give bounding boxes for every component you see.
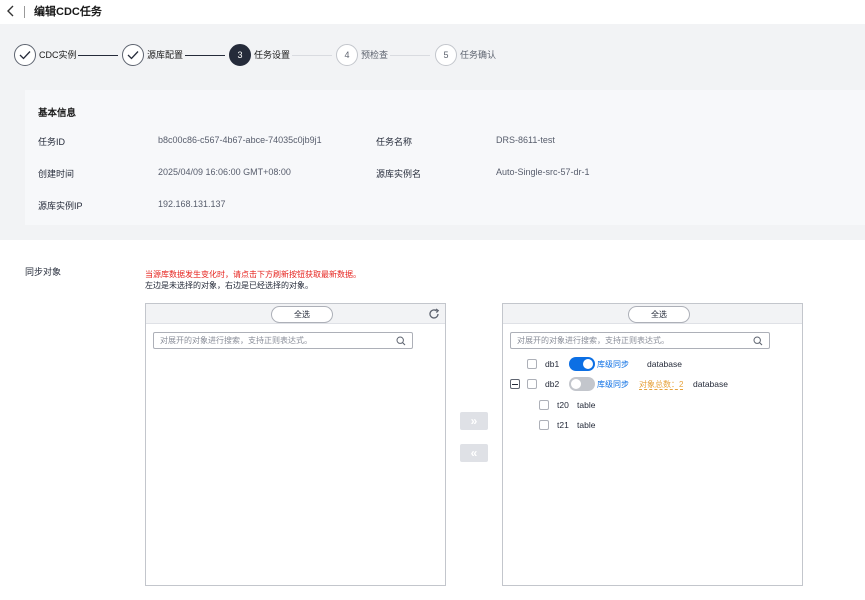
step-4-number: 4 (344, 50, 350, 60)
task-id-label: 任务ID (38, 137, 66, 147)
t21-type: table (577, 420, 596, 430)
db1-type: database (647, 359, 682, 369)
step-5-number: 5 (443, 50, 449, 60)
step-connector-1 (78, 55, 118, 56)
right-search-input[interactable] (517, 334, 737, 347)
page-header (0, 0, 865, 24)
step-3-number: 3 (237, 50, 243, 60)
header-divider (24, 6, 25, 18)
basic-info-card (25, 90, 865, 225)
move-left-button[interactable]: « (460, 444, 488, 462)
t20-name: t20 (557, 400, 569, 410)
db2-toggle-label: 库级同步 (597, 380, 629, 389)
page-title: 编辑CDC任务 (34, 6, 102, 18)
step-connector-4 (390, 55, 430, 56)
step-5-circle: 5 (435, 44, 457, 66)
source-instance-name-value: Auto-Single-src-57-dr-1 (496, 167, 590, 177)
move-right-button[interactable]: » (460, 412, 488, 430)
right-search-box[interactable] (510, 332, 770, 349)
basic-info-title: 基本信息 (38, 108, 77, 119)
search-icon (396, 336, 406, 346)
t20-type: table (577, 400, 596, 410)
task-id-value: b8c00c86-c567-4b67-abce-74035c0jb9j1 (158, 135, 322, 145)
step-1-circle (14, 44, 36, 66)
db1-toggle-label: 库级同步 (597, 360, 629, 369)
step-5-label: 任务确认 (460, 50, 497, 60)
db1-name: db1 (545, 359, 560, 369)
step-4-label: 预检查 (361, 50, 389, 60)
toggle-knob (571, 379, 581, 389)
step-3-circle: 3 (229, 44, 251, 66)
check-icon (19, 51, 31, 60)
step-2-circle (122, 44, 144, 66)
left-select-all-button[interactable]: 全选 (271, 306, 333, 323)
db2-type: database (693, 379, 728, 389)
right-select-all-button[interactable]: 全选 (628, 306, 690, 323)
db2-name: db2 (545, 379, 560, 389)
source-ip-label: 源库实例IP (38, 201, 83, 211)
create-time-label: 创建时间 (38, 169, 75, 179)
t21-name: t21 (557, 420, 569, 430)
refresh-warning: 当源库数据发生变化时，请点击下方刷新按钮获取最新数据。 (145, 270, 361, 279)
db1-checkbox[interactable] (527, 359, 537, 369)
step-2-label: 源库配置 (147, 50, 184, 60)
create-time-value: 2025/04/09 16:06:00 GMT+08:00 (158, 167, 291, 177)
refresh-icon[interactable] (428, 308, 440, 320)
db2-collapse-icon[interactable] (510, 379, 520, 389)
db2-checkbox[interactable] (527, 379, 537, 389)
transfer-hint: 左边是未选择的对象，右边是已经选择的对象。 (145, 281, 313, 290)
step-4-circle: 4 (336, 44, 358, 66)
step-connector-2 (185, 55, 225, 56)
search-icon (753, 336, 763, 346)
db2-db-level-sync-toggle[interactable] (569, 377, 595, 391)
left-search-box[interactable] (153, 332, 413, 349)
step-3-label: 任务设置 (254, 50, 291, 60)
t21-checkbox[interactable] (539, 420, 549, 430)
task-name-value: DRS-8611-test (496, 135, 555, 145)
step-connector-3 (292, 55, 332, 56)
t20-checkbox[interactable] (539, 400, 549, 410)
db2-object-count[interactable]: 对象总数：2 (639, 379, 683, 390)
back-arrow-icon[interactable] (6, 5, 18, 19)
source-ip-value: 192.168.131.137 (158, 199, 226, 209)
left-search-input[interactable] (160, 334, 380, 347)
task-name-label: 任务名称 (376, 137, 413, 147)
sync-objects-label: 同步对象 (25, 267, 62, 277)
source-instance-name-label: 源库实例名 (376, 169, 422, 179)
db1-db-level-sync-toggle[interactable] (569, 357, 595, 371)
toggle-knob (583, 359, 593, 369)
check-icon (127, 51, 139, 60)
step-1-label: CDC实例 (39, 50, 77, 60)
